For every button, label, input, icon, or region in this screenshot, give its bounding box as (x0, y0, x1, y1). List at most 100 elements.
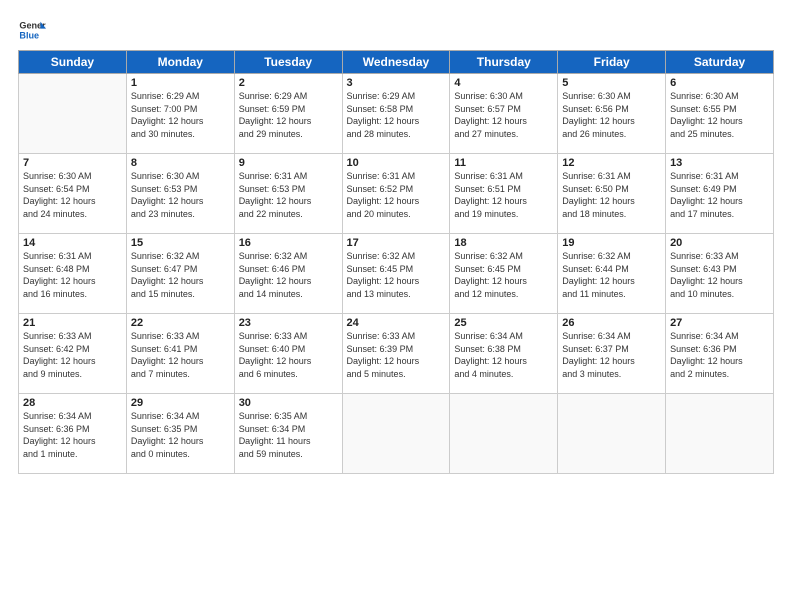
day-info: Sunrise: 6:30 AM Sunset: 6:55 PM Dayligh… (670, 90, 769, 140)
day-info: Sunrise: 6:32 AM Sunset: 6:45 PM Dayligh… (454, 250, 553, 300)
day-number: 8 (131, 157, 230, 169)
day-number: 14 (23, 237, 122, 249)
day-info: Sunrise: 6:33 AM Sunset: 6:41 PM Dayligh… (131, 330, 230, 380)
day-info: Sunrise: 6:34 AM Sunset: 6:37 PM Dayligh… (562, 330, 661, 380)
weekday-header: Monday (126, 51, 234, 74)
calendar-day-cell: 6Sunrise: 6:30 AM Sunset: 6:55 PM Daylig… (666, 74, 774, 154)
calendar-week-row: 7Sunrise: 6:30 AM Sunset: 6:54 PM Daylig… (19, 154, 774, 234)
calendar-day-cell (450, 394, 558, 474)
calendar-day-cell (342, 394, 450, 474)
day-number: 21 (23, 317, 122, 329)
calendar-day-cell: 4Sunrise: 6:30 AM Sunset: 6:57 PM Daylig… (450, 74, 558, 154)
weekday-header: Tuesday (234, 51, 342, 74)
calendar-day-cell: 2Sunrise: 6:29 AM Sunset: 6:59 PM Daylig… (234, 74, 342, 154)
day-number: 6 (670, 77, 769, 89)
day-info: Sunrise: 6:30 AM Sunset: 6:54 PM Dayligh… (23, 170, 122, 220)
day-number: 20 (670, 237, 769, 249)
day-number: 15 (131, 237, 230, 249)
calendar-day-cell: 14Sunrise: 6:31 AM Sunset: 6:48 PM Dayli… (19, 234, 127, 314)
calendar-day-cell: 15Sunrise: 6:32 AM Sunset: 6:47 PM Dayli… (126, 234, 234, 314)
day-info: Sunrise: 6:31 AM Sunset: 6:51 PM Dayligh… (454, 170, 553, 220)
day-number: 10 (347, 157, 446, 169)
day-number: 11 (454, 157, 553, 169)
calendar-week-row: 28Sunrise: 6:34 AM Sunset: 6:36 PM Dayli… (19, 394, 774, 474)
calendar-day-cell: 27Sunrise: 6:34 AM Sunset: 6:36 PM Dayli… (666, 314, 774, 394)
calendar-day-cell: 19Sunrise: 6:32 AM Sunset: 6:44 PM Dayli… (558, 234, 666, 314)
weekday-header: Sunday (19, 51, 127, 74)
day-info: Sunrise: 6:34 AM Sunset: 6:38 PM Dayligh… (454, 330, 553, 380)
calendar-day-cell: 1Sunrise: 6:29 AM Sunset: 7:00 PM Daylig… (126, 74, 234, 154)
day-number: 29 (131, 397, 230, 409)
day-number: 16 (239, 237, 338, 249)
day-number: 5 (562, 77, 661, 89)
calendar-day-cell: 8Sunrise: 6:30 AM Sunset: 6:53 PM Daylig… (126, 154, 234, 234)
day-info: Sunrise: 6:32 AM Sunset: 6:45 PM Dayligh… (347, 250, 446, 300)
day-number: 23 (239, 317, 338, 329)
calendar-day-cell: 11Sunrise: 6:31 AM Sunset: 6:51 PM Dayli… (450, 154, 558, 234)
day-number: 2 (239, 77, 338, 89)
day-info: Sunrise: 6:34 AM Sunset: 6:35 PM Dayligh… (131, 410, 230, 460)
day-info: Sunrise: 6:32 AM Sunset: 6:47 PM Dayligh… (131, 250, 230, 300)
day-number: 30 (239, 397, 338, 409)
calendar-day-cell (19, 74, 127, 154)
page: General Blue SundayMondayTuesdayWednesda… (0, 0, 792, 612)
weekday-header: Saturday (666, 51, 774, 74)
calendar-table: SundayMondayTuesdayWednesdayThursdayFrid… (18, 50, 774, 474)
svg-text:Blue: Blue (19, 30, 39, 40)
weekday-header: Friday (558, 51, 666, 74)
calendar-day-cell: 13Sunrise: 6:31 AM Sunset: 6:49 PM Dayli… (666, 154, 774, 234)
day-info: Sunrise: 6:29 AM Sunset: 6:58 PM Dayligh… (347, 90, 446, 140)
day-info: Sunrise: 6:33 AM Sunset: 6:42 PM Dayligh… (23, 330, 122, 380)
day-info: Sunrise: 6:31 AM Sunset: 6:49 PM Dayligh… (670, 170, 769, 220)
day-info: Sunrise: 6:33 AM Sunset: 6:43 PM Dayligh… (670, 250, 769, 300)
calendar-day-cell: 16Sunrise: 6:32 AM Sunset: 6:46 PM Dayli… (234, 234, 342, 314)
day-info: Sunrise: 6:31 AM Sunset: 6:52 PM Dayligh… (347, 170, 446, 220)
day-number: 22 (131, 317, 230, 329)
calendar-day-cell: 28Sunrise: 6:34 AM Sunset: 6:36 PM Dayli… (19, 394, 127, 474)
day-info: Sunrise: 6:35 AM Sunset: 6:34 PM Dayligh… (239, 410, 338, 460)
day-number: 25 (454, 317, 553, 329)
day-info: Sunrise: 6:30 AM Sunset: 6:57 PM Dayligh… (454, 90, 553, 140)
calendar-day-cell (558, 394, 666, 474)
calendar-day-cell: 9Sunrise: 6:31 AM Sunset: 6:53 PM Daylig… (234, 154, 342, 234)
weekday-header: Thursday (450, 51, 558, 74)
day-info: Sunrise: 6:31 AM Sunset: 6:50 PM Dayligh… (562, 170, 661, 220)
calendar-day-cell: 24Sunrise: 6:33 AM Sunset: 6:39 PM Dayli… (342, 314, 450, 394)
day-number: 1 (131, 77, 230, 89)
day-number: 9 (239, 157, 338, 169)
calendar-day-cell: 22Sunrise: 6:33 AM Sunset: 6:41 PM Dayli… (126, 314, 234, 394)
calendar-day-cell (666, 394, 774, 474)
logo: General Blue (18, 16, 46, 44)
day-info: Sunrise: 6:31 AM Sunset: 6:48 PM Dayligh… (23, 250, 122, 300)
calendar-day-cell: 17Sunrise: 6:32 AM Sunset: 6:45 PM Dayli… (342, 234, 450, 314)
calendar-day-cell: 12Sunrise: 6:31 AM Sunset: 6:50 PM Dayli… (558, 154, 666, 234)
day-info: Sunrise: 6:29 AM Sunset: 6:59 PM Dayligh… (239, 90, 338, 140)
day-info: Sunrise: 6:30 AM Sunset: 6:56 PM Dayligh… (562, 90, 661, 140)
day-info: Sunrise: 6:29 AM Sunset: 7:00 PM Dayligh… (131, 90, 230, 140)
day-info: Sunrise: 6:32 AM Sunset: 6:44 PM Dayligh… (562, 250, 661, 300)
calendar-day-cell: 18Sunrise: 6:32 AM Sunset: 6:45 PM Dayli… (450, 234, 558, 314)
weekday-header-row: SundayMondayTuesdayWednesdayThursdayFrid… (19, 51, 774, 74)
day-number: 28 (23, 397, 122, 409)
day-number: 7 (23, 157, 122, 169)
calendar-week-row: 14Sunrise: 6:31 AM Sunset: 6:48 PM Dayli… (19, 234, 774, 314)
calendar-day-cell: 5Sunrise: 6:30 AM Sunset: 6:56 PM Daylig… (558, 74, 666, 154)
day-info: Sunrise: 6:34 AM Sunset: 6:36 PM Dayligh… (23, 410, 122, 460)
day-info: Sunrise: 6:34 AM Sunset: 6:36 PM Dayligh… (670, 330, 769, 380)
calendar-day-cell: 20Sunrise: 6:33 AM Sunset: 6:43 PM Dayli… (666, 234, 774, 314)
calendar-week-row: 21Sunrise: 6:33 AM Sunset: 6:42 PM Dayli… (19, 314, 774, 394)
day-number: 13 (670, 157, 769, 169)
day-number: 12 (562, 157, 661, 169)
calendar-day-cell: 7Sunrise: 6:30 AM Sunset: 6:54 PM Daylig… (19, 154, 127, 234)
calendar-day-cell: 21Sunrise: 6:33 AM Sunset: 6:42 PM Dayli… (19, 314, 127, 394)
day-number: 24 (347, 317, 446, 329)
day-info: Sunrise: 6:33 AM Sunset: 6:39 PM Dayligh… (347, 330, 446, 380)
calendar-day-cell: 25Sunrise: 6:34 AM Sunset: 6:38 PM Dayli… (450, 314, 558, 394)
calendar-day-cell: 30Sunrise: 6:35 AM Sunset: 6:34 PM Dayli… (234, 394, 342, 474)
calendar-day-cell: 26Sunrise: 6:34 AM Sunset: 6:37 PM Dayli… (558, 314, 666, 394)
logo-icon: General Blue (18, 16, 46, 44)
day-info: Sunrise: 6:30 AM Sunset: 6:53 PM Dayligh… (131, 170, 230, 220)
calendar-week-row: 1Sunrise: 6:29 AM Sunset: 7:00 PM Daylig… (19, 74, 774, 154)
weekday-header: Wednesday (342, 51, 450, 74)
day-number: 27 (670, 317, 769, 329)
